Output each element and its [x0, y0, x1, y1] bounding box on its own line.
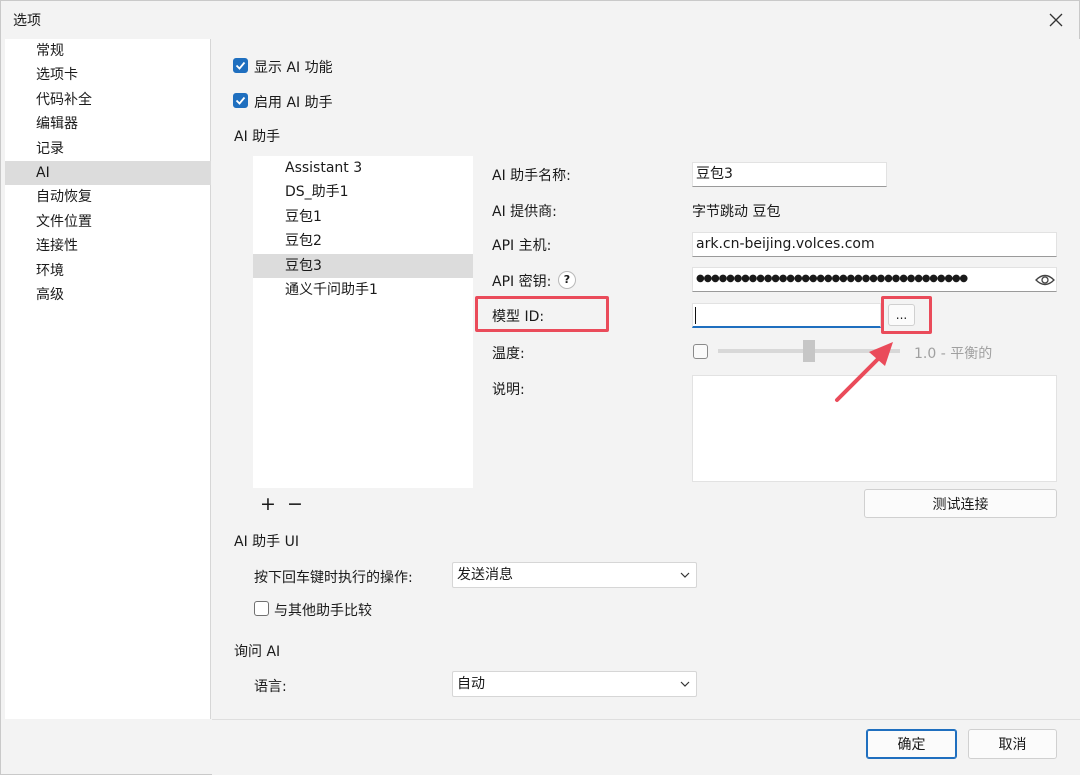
cancel-button[interactable]: 取消 [968, 729, 1057, 759]
remove-assistant-button[interactable]: − [287, 493, 303, 515]
ai-assistant-section-title: AI 助手 [234, 129, 281, 145]
enable-assistant-checkbox[interactable] [233, 93, 248, 108]
sidebar-item-label: 常规 [36, 43, 64, 59]
assistant-name-label: AI 助手名称: [492, 168, 571, 184]
temperature-checkbox[interactable] [693, 344, 708, 359]
sidebar-item-advanced[interactable]: 高级 [5, 283, 211, 307]
api-key-label: API 密钥: [492, 274, 552, 290]
enter-action-select[interactable]: 发送消息 [452, 562, 697, 588]
list-item-label: 通义千问助手1 [285, 282, 378, 298]
sidebar-item-connectivity[interactable]: 连接性 [5, 234, 211, 258]
window-title: 选项 [13, 13, 41, 29]
language-label: 语言: [254, 679, 287, 695]
sidebar-item-label: 记录 [36, 141, 64, 157]
enable-assistant-label: 启用 AI 助手 [254, 95, 333, 111]
model-id-input[interactable] [692, 303, 881, 328]
api-key-input[interactable]: ●●●●●●●●●●●●●●●●●●●●●●●●●●●●●●●●●●●● [692, 267, 1057, 292]
list-item-label: 豆包1 [285, 209, 322, 225]
chevron-down-icon [680, 673, 690, 697]
show-password-button[interactable] [1035, 271, 1055, 289]
sidebar-item-label: AI [36, 165, 50, 181]
sidebar-item-label: 代码补全 [36, 92, 92, 108]
list-item[interactable]: DS_助手1 [253, 180, 473, 204]
close-button[interactable] [1043, 7, 1069, 33]
text-cursor [695, 307, 696, 324]
close-icon [1049, 13, 1063, 27]
sidebar-item-code-completion[interactable]: 代码补全 [5, 88, 211, 112]
ask-ai-section-title: 询问 AI [234, 644, 281, 660]
ok-button[interactable]: 确定 [866, 729, 957, 759]
show-ai-checkbox[interactable] [233, 58, 248, 73]
add-assistant-button[interactable]: + [260, 493, 276, 515]
annotation-arrow-icon [835, 342, 893, 402]
checkmark-icon [235, 96, 246, 105]
list-item-label: 豆包2 [285, 233, 322, 249]
sidebar-item-tabs[interactable]: 选项卡 [5, 63, 211, 87]
assistant-name-input[interactable]: 豆包3 [692, 162, 887, 187]
list-item[interactable]: 豆包3 [253, 254, 473, 278]
provider-value: 字节跳动 豆包 [692, 204, 781, 220]
sidebar-item-label: 选项卡 [36, 67, 78, 83]
api-host-label: API 主机: [492, 238, 552, 254]
list-item-label: DS_助手1 [285, 184, 349, 200]
slider-thumb[interactable] [803, 340, 815, 362]
sidebar-item-label: 自动恢复 [36, 189, 92, 205]
browse-models-button[interactable]: ... [888, 304, 915, 326]
api-key-value: ●●●●●●●●●●●●●●●●●●●●●●●●●●●●●●●●●●●● [696, 273, 968, 284]
title-bar: 选项 [1, 1, 1079, 39]
sidebar-item-environment[interactable]: 环境 [5, 259, 211, 283]
compare-checkbox[interactable] [254, 601, 269, 616]
options-dialog: 选项 常规 选项卡 代码补全 编辑器 记录 AI 自动恢复 文件位置 连接性 环… [0, 0, 1080, 775]
sidebar-item-label: 连接性 [36, 238, 78, 254]
provider-label: AI 提供商: [492, 204, 557, 220]
model-id-label: 模型 ID: [492, 309, 545, 325]
sidebar-item-editor[interactable]: 编辑器 [5, 112, 211, 136]
show-ai-label: 显示 AI 功能 [254, 60, 333, 76]
temperature-label: 温度: [492, 346, 525, 362]
list-item[interactable]: 豆包1 [253, 205, 473, 229]
list-item-label: 豆包3 [285, 258, 322, 274]
sidebar-item-label: 高级 [36, 287, 64, 303]
sidebar-item-label: 文件位置 [36, 214, 92, 230]
checkmark-icon [235, 61, 246, 70]
list-item[interactable]: Assistant 3 [253, 156, 473, 180]
list-item[interactable]: 通义千问助手1 [253, 278, 473, 302]
assistant-list[interactable]: Assistant 3 DS_助手1 豆包1 豆包2 豆包3 通义千问助手1 [253, 156, 473, 488]
sidebar-item-ai[interactable]: AI [5, 161, 211, 185]
list-item[interactable]: 豆包2 [253, 229, 473, 253]
sidebar-item-file-location[interactable]: 文件位置 [5, 210, 211, 234]
sidebar-item-general[interactable]: 常规 [5, 39, 211, 63]
sidebar-item-label: 环境 [36, 263, 64, 279]
sidebar-item-auto-recovery[interactable]: 自动恢复 [5, 185, 211, 209]
temperature-value: 1.0 - 平衡的 [914, 346, 993, 362]
sidebar-item-log[interactable]: 记录 [5, 137, 211, 161]
compare-label: 与其他助手比较 [274, 603, 372, 619]
eye-icon [1035, 274, 1055, 286]
test-connection-button[interactable]: 测试连接 [864, 489, 1057, 518]
assistant-ui-section-title: AI 助手 UI [234, 534, 299, 550]
help-icon[interactable]: ? [558, 271, 576, 289]
sidebar: 常规 选项卡 代码补全 编辑器 记录 AI 自动恢复 文件位置 连接性 环境 高… [5, 39, 211, 719]
enter-action-value: 发送消息 [457, 567, 513, 583]
language-select[interactable]: 自动 [452, 671, 697, 697]
list-item-label: Assistant 3 [285, 160, 363, 176]
language-value: 自动 [457, 676, 485, 692]
enter-action-label: 按下回车键时执行的操作: [254, 570, 413, 586]
description-label: 说明: [492, 382, 525, 398]
sidebar-item-label: 编辑器 [36, 116, 78, 132]
api-host-input[interactable]: ark.cn-beijing.volces.com [692, 232, 1057, 257]
chevron-down-icon [680, 564, 690, 588]
